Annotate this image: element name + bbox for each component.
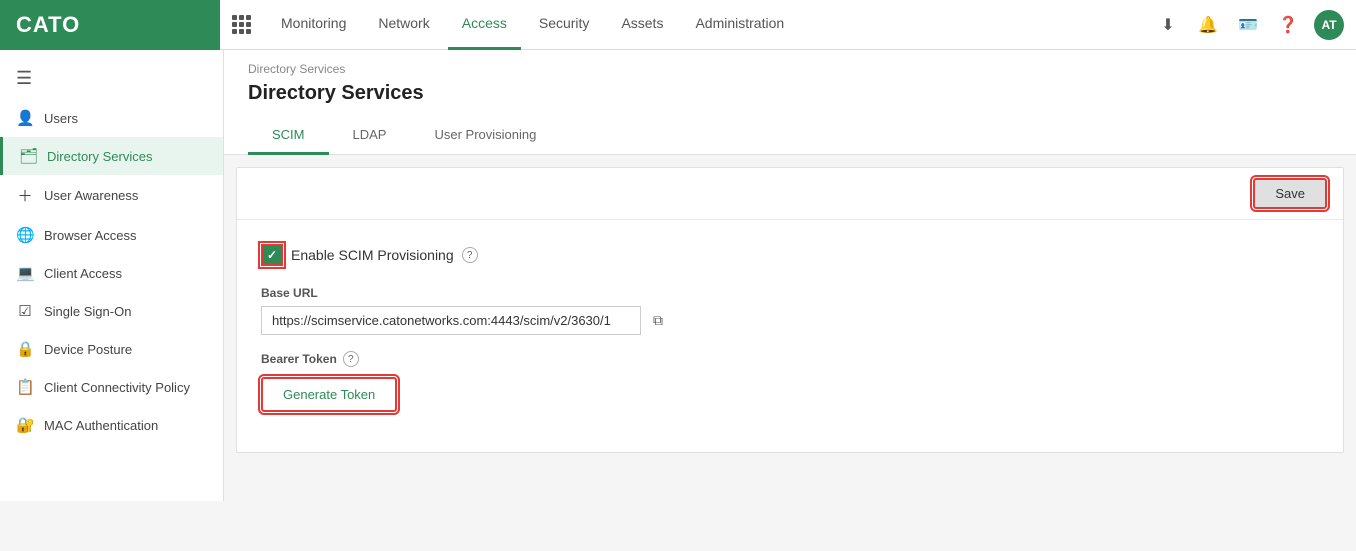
help-circle-icon[interactable]: ❓ bbox=[1274, 11, 1302, 39]
base-url-row: ⧉ bbox=[261, 306, 1319, 335]
scim-section: Enable SCIM Provisioning ? Base URL ⧉ Be… bbox=[237, 220, 1343, 452]
breadcrumb: Directory Services bbox=[248, 62, 1332, 76]
sidebar-item-browser-access[interactable]: 🌐 Browser Access bbox=[0, 216, 223, 254]
user-awareness-icon: ＋ bbox=[16, 185, 34, 206]
sidebar-item-users[interactable]: 👤 Users bbox=[0, 99, 223, 137]
sidebar-item-device-posture[interactable]: 🔒 Device Posture bbox=[0, 330, 223, 368]
logo: CATO bbox=[0, 0, 220, 50]
bearer-token-label-row: Bearer Token ? bbox=[261, 351, 1319, 367]
nav-access[interactable]: Access bbox=[448, 0, 521, 50]
enable-scim-help-icon[interactable]: ? bbox=[462, 247, 478, 263]
connectivity-icon: 📋 bbox=[16, 378, 34, 396]
apps-grid-icon[interactable] bbox=[232, 15, 251, 34]
tab-scim[interactable]: SCIM bbox=[248, 117, 329, 155]
sidebar-item-user-awareness[interactable]: ＋ User Awareness bbox=[0, 175, 223, 216]
sidebar-item-mac-authentication[interactable]: 🔐 MAC Authentication bbox=[0, 406, 223, 444]
sidebar-label-directory-services: Directory Services bbox=[47, 149, 152, 164]
sidebar-item-directory-services[interactable]: 🗂 Directory Services bbox=[0, 137, 223, 175]
device-posture-icon: 🔒 bbox=[16, 340, 34, 358]
enable-scim-label: Enable SCIM Provisioning bbox=[291, 247, 454, 263]
client-access-icon: 💻 bbox=[16, 264, 34, 282]
content-header: Directory Services Directory Services SC… bbox=[224, 50, 1356, 155]
bearer-token-label: Bearer Token bbox=[261, 352, 337, 366]
enable-scim-checkbox-container bbox=[261, 244, 283, 266]
sidebar-label-browser-access: Browser Access bbox=[44, 228, 136, 243]
sidebar-item-client-connectivity-policy[interactable]: 📋 Client Connectivity Policy bbox=[0, 368, 223, 406]
content-toolbar: Save bbox=[237, 168, 1343, 220]
card-icon[interactable]: 🪪 bbox=[1234, 11, 1262, 39]
user-avatar[interactable]: AT bbox=[1314, 10, 1344, 40]
sso-icon: ☑ bbox=[16, 302, 34, 320]
bell-icon[interactable]: 🔔 bbox=[1194, 11, 1222, 39]
base-url-input[interactable] bbox=[261, 306, 641, 335]
page-title: Directory Services bbox=[248, 82, 1332, 105]
tab-user-provisioning[interactable]: User Provisioning bbox=[410, 117, 560, 155]
sidebar-label-single-sign-on: Single Sign-On bbox=[44, 304, 131, 319]
bearer-token-help-icon[interactable]: ? bbox=[343, 351, 359, 367]
base-url-group: Base URL ⧉ bbox=[261, 286, 1319, 335]
tab-group: SCIM LDAP User Provisioning bbox=[248, 117, 1332, 154]
logo-text: CATO bbox=[16, 12, 80, 38]
nav-right-icons: ⬇ 🔔 🪪 ❓ AT bbox=[1154, 10, 1344, 40]
content-body: Save Enable SCIM Provisioning ? Base URL… bbox=[236, 167, 1344, 453]
generate-token-button[interactable]: Generate Token bbox=[261, 377, 397, 412]
save-button[interactable]: Save bbox=[1253, 178, 1327, 209]
browser-icon: 🌐 bbox=[16, 226, 34, 244]
base-url-label: Base URL bbox=[261, 286, 1319, 300]
sidebar-label-device-posture: Device Posture bbox=[44, 342, 132, 357]
tab-ldap[interactable]: LDAP bbox=[329, 117, 411, 155]
nav-administration[interactable]: Administration bbox=[681, 0, 798, 50]
hamburger-menu-icon[interactable]: ☰ bbox=[0, 58, 223, 99]
sidebar-label-client-access: Client Access bbox=[44, 266, 122, 281]
nav-network[interactable]: Network bbox=[364, 0, 443, 50]
mac-auth-icon: 🔐 bbox=[16, 416, 34, 434]
sidebar-item-single-sign-on[interactable]: ☑ Single Sign-On bbox=[0, 292, 223, 330]
user-icon: 👤 bbox=[16, 109, 34, 127]
top-navigation: CATO Monitoring Network Access Security … bbox=[0, 0, 1356, 50]
page-layout: ☰ 👤 Users 🗂 Directory Services ＋ User Aw… bbox=[0, 50, 1356, 501]
sidebar: ☰ 👤 Users 🗂 Directory Services ＋ User Aw… bbox=[0, 50, 224, 501]
sidebar-label-users: Users bbox=[44, 111, 78, 126]
main-content: Directory Services Directory Services SC… bbox=[224, 50, 1356, 501]
bearer-token-group: Bearer Token ? Generate Token bbox=[261, 351, 1319, 412]
nav-assets[interactable]: Assets bbox=[607, 0, 677, 50]
sidebar-label-mac-authentication: MAC Authentication bbox=[44, 418, 158, 433]
sidebar-label-user-awareness: User Awareness bbox=[44, 188, 138, 203]
sidebar-label-client-connectivity-policy: Client Connectivity Policy bbox=[44, 380, 190, 395]
copy-icon[interactable]: ⧉ bbox=[649, 308, 667, 333]
sidebar-item-client-access[interactable]: 💻 Client Access bbox=[0, 254, 223, 292]
enable-scim-checkbox[interactable] bbox=[263, 246, 281, 264]
nav-monitoring[interactable]: Monitoring bbox=[267, 0, 360, 50]
download-icon[interactable]: ⬇ bbox=[1154, 11, 1182, 39]
main-nav: Monitoring Network Access Security Asset… bbox=[267, 0, 1154, 50]
directory-icon: 🗂 bbox=[19, 147, 37, 165]
enable-scim-row: Enable SCIM Provisioning ? bbox=[261, 244, 1319, 266]
nav-security[interactable]: Security bbox=[525, 0, 604, 50]
